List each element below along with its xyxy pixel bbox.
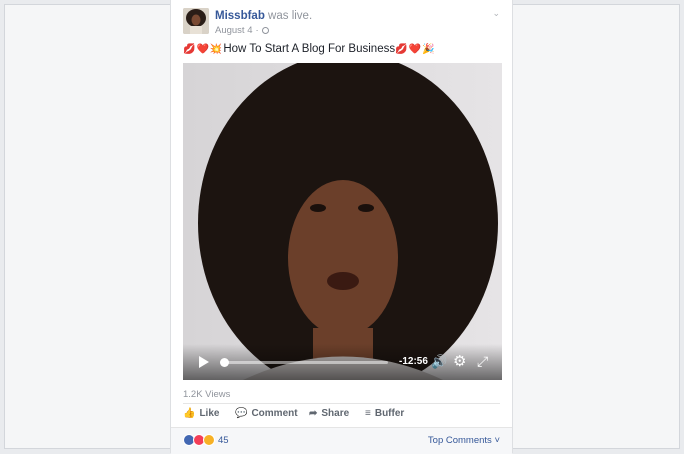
heart-emoji-icon: ❤️ xyxy=(408,43,421,55)
like-button[interactable]: 👍 Like xyxy=(183,408,219,419)
buffer-button[interactable]: ≡ Buffer xyxy=(365,408,404,419)
sparkle-emoji-icon: 💥 xyxy=(209,43,223,55)
progress-knob[interactable] xyxy=(220,358,229,367)
time-remaining: -12:56 xyxy=(399,356,428,367)
thumbs-up-icon: 👍 xyxy=(183,408,196,419)
fullscreen-icon[interactable]: ⤢ xyxy=(477,353,488,370)
haha-reaction-icon xyxy=(203,434,215,446)
meta-separator: · xyxy=(255,25,259,36)
post-title: 💋 ❤️ 💥 How To Start A Blog For Business … xyxy=(183,43,435,55)
divider xyxy=(183,403,500,404)
view-count: 1.2K Views xyxy=(183,389,231,400)
avatar[interactable] xyxy=(183,8,209,34)
play-icon[interactable] xyxy=(199,356,209,368)
buffer-icon: ≡ xyxy=(365,408,371,419)
like-label: Like xyxy=(199,408,220,419)
buffer-label: Buffer xyxy=(374,408,405,419)
gear-icon[interactable]: ⚙ xyxy=(453,352,466,370)
post-header: Missbfab was live. xyxy=(215,10,312,22)
video-progress-bar[interactable] xyxy=(220,358,388,367)
post-meta: August 4 · xyxy=(215,25,269,36)
kiss-emoji-icon: 💋 xyxy=(183,43,196,55)
video-player[interactable]: -12:56 🔊 ⚙ ⤢ xyxy=(183,63,502,380)
globe-icon xyxy=(261,27,269,34)
chevron-down-icon[interactable]: ⌄ xyxy=(492,8,500,19)
share-button[interactable]: ➦ Share xyxy=(309,408,349,419)
party-emoji-icon: 🎉 xyxy=(422,43,435,55)
reactions-summary[interactable]: 45 xyxy=(183,434,229,446)
comment-button[interactable]: 💬 Comment xyxy=(235,408,298,419)
video-frame xyxy=(183,63,502,380)
post-date[interactable]: August 4 xyxy=(215,25,253,36)
volume-icon[interactable]: 🔊 xyxy=(431,354,447,370)
share-label: Share xyxy=(321,408,350,419)
post-title-text: How To Start A Blog For Business xyxy=(223,43,396,55)
top-comments-dropdown[interactable]: Top Comments ˅ xyxy=(428,435,500,446)
kiss-emoji-icon: 💋 xyxy=(395,43,408,55)
comment-label: Comment xyxy=(251,408,298,419)
author-name[interactable]: Missbfab xyxy=(215,10,265,22)
comment-icon: 💬 xyxy=(235,408,248,419)
facebook-post-card: Missbfab was live. August 4 · ⌄ 💋 ❤️ 💥 H… xyxy=(170,0,513,454)
share-icon: ➦ xyxy=(309,408,318,419)
post-footer: 45 Top Comments ˅ xyxy=(171,427,512,454)
live-status: was live. xyxy=(268,10,313,22)
video-controls: -12:56 🔊 ⚙ ⤢ xyxy=(183,344,502,380)
reaction-count: 45 xyxy=(218,434,229,446)
heart-emoji-icon: ❤️ xyxy=(196,43,209,55)
